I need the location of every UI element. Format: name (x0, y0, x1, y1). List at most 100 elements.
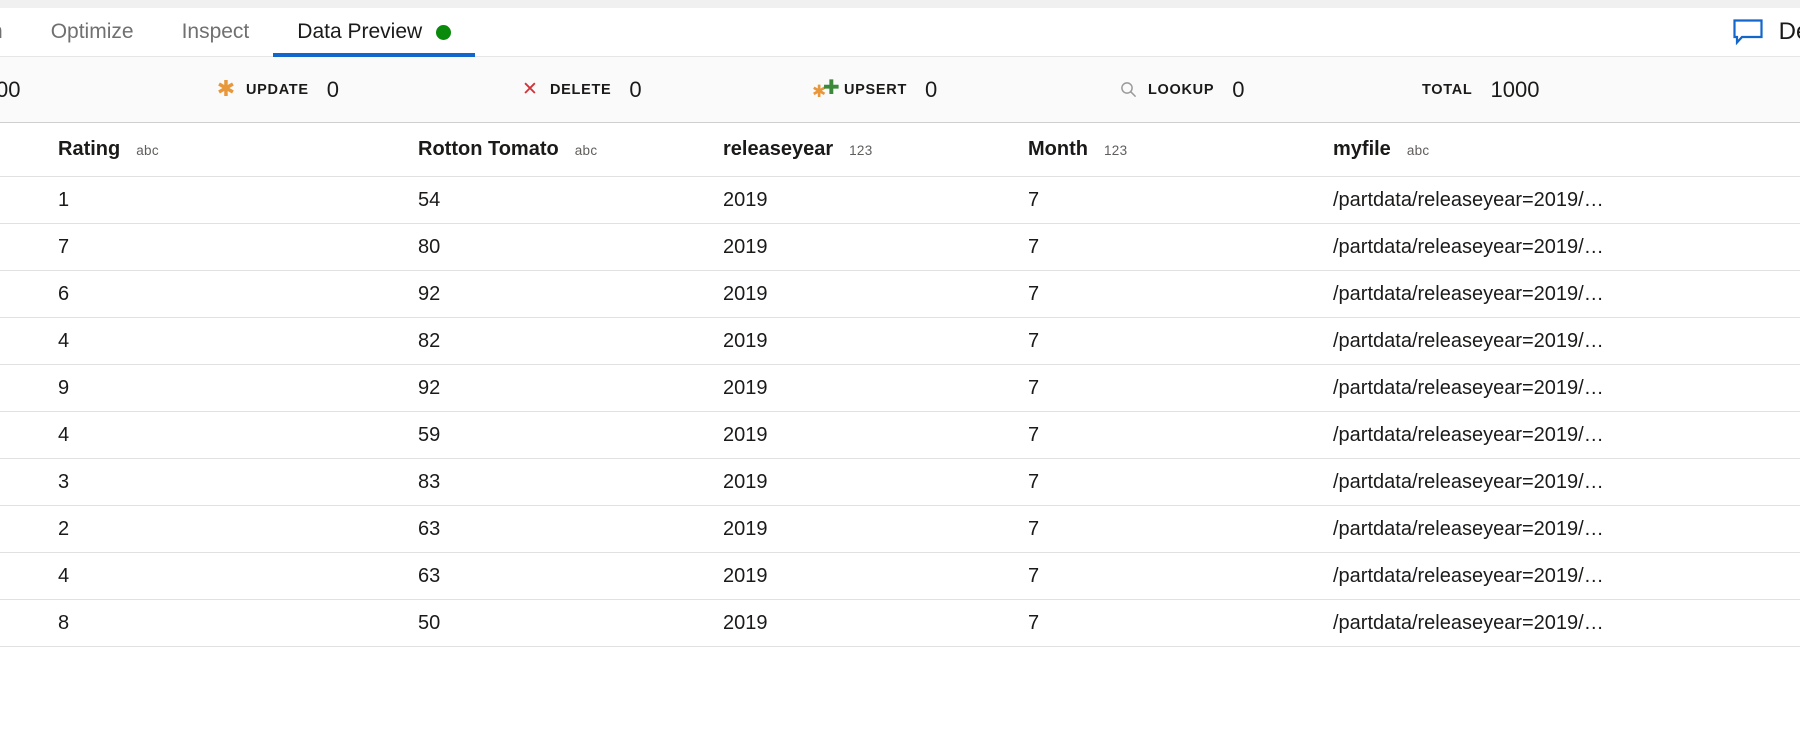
description-button[interactable]: Descrip (1733, 18, 1800, 46)
cell-month: 7 (1028, 564, 1040, 587)
column-header-myfile[interactable]: myfile abc (1275, 138, 1800, 161)
column-name: Rating (58, 138, 121, 160)
column-header-rotton-tomato[interactable]: Rotton Tomato abc (360, 138, 665, 161)
table-row[interactable]: 4 63 2019 7/partdata/releaseyear=2019/… (0, 553, 1800, 600)
column-type-tag: 123 (1103, 143, 1128, 158)
tab-data-preview[interactable]: Data Preview (273, 8, 476, 57)
cell-releaseyear: 2019 (723, 517, 768, 540)
cell-myfile: /partdata/releaseyear=2019/… (1333, 282, 1604, 305)
cell-myfile: /partdata/releaseyear=2019/… (1333, 329, 1604, 352)
column-header-releaseyear[interactable]: releaseyear 123 (665, 138, 970, 161)
stat-label: DELETE (550, 81, 612, 98)
cell-rating: 6 (58, 282, 70, 305)
cell-myfile: /partdata/releaseyear=2019/… (1333, 470, 1604, 493)
cell-rotton_tomato: 63 (418, 517, 441, 540)
cell-rotton_tomato: 80 (418, 235, 441, 258)
cell-myfile: /partdata/releaseyear=2019/… (1333, 423, 1604, 446)
data-preview-grid: Rating abc Rotton Tomato abc releaseyear… (0, 123, 1800, 647)
stat-delete[interactable]: ✕ DELETE 0 (520, 77, 642, 103)
tab-label: Inspect (181, 20, 250, 43)
tab-list: jection Optimize Inspect Data Preview (0, 8, 476, 57)
cell-month: 7 (1028, 235, 1040, 258)
description-label: Descrip (1778, 18, 1800, 45)
search-icon-glyph (1120, 82, 1136, 98)
cell-myfile: /partdata/releaseyear=2019/… (1333, 564, 1604, 587)
cell-month: 7 (1028, 470, 1040, 493)
table-row[interactable]: 1 54 2019 7/partdata/releaseyear=2019/… (0, 177, 1800, 224)
cell-releaseyear: 2019 (723, 470, 768, 493)
cell-rotton_tomato: 82 (418, 329, 441, 352)
tab-projection[interactable]: jection (0, 8, 27, 57)
cell-rating: 1 (58, 188, 70, 211)
table-row[interactable]: 4 59 2019 7/partdata/releaseyear=2019/… (0, 412, 1800, 459)
column-header-rating[interactable]: Rating abc (0, 138, 360, 161)
stat-value: 00 (0, 76, 21, 102)
cell-releaseyear: 2019 (723, 564, 768, 587)
cell-month: 7 (1028, 611, 1040, 634)
cell-rotton_tomato: 83 (418, 470, 441, 493)
upsert-icon: ✱ ✚ (812, 74, 840, 102)
table-row[interactable]: 9 92 2019 7/partdata/releaseyear=2019/… (0, 365, 1800, 412)
cell-releaseyear: 2019 (723, 611, 768, 634)
cell-month: 7 (1028, 376, 1040, 399)
table-row[interactable]: 4 82 2019 7/partdata/releaseyear=2019/… (0, 318, 1800, 365)
table-row[interactable]: 7 80 2019 7/partdata/releaseyear=2019/… (0, 224, 1800, 271)
cell-month: 7 (1028, 329, 1040, 352)
column-type-tag: 123 (849, 143, 873, 158)
stat-label: TOTAL (1422, 81, 1473, 98)
cell-rotton_tomato: 92 (418, 282, 441, 305)
cell-rotton_tomato: 50 (418, 611, 441, 634)
tab-label: Optimize (50, 20, 134, 43)
cell-rating: 2 (58, 517, 70, 540)
cell-rating: 7 (58, 235, 70, 258)
tab-label: jection (0, 20, 3, 44)
column-type-tag: abc (1406, 143, 1430, 158)
cell-myfile: /partdata/releaseyear=2019/… (1333, 376, 1604, 399)
search-icon (1118, 80, 1138, 100)
column-header-month[interactable]: Month 123 (970, 138, 1275, 161)
cell-month: 7 (1028, 282, 1040, 305)
stat-insert[interactable]: INSERT 00 (0, 77, 20, 103)
stat-label: UPDATE (246, 81, 309, 98)
column-name: Rotton Tomato (418, 138, 559, 160)
stat-update[interactable]: ✱ UPDATE 0 (216, 77, 339, 103)
cell-rating: 4 (58, 423, 70, 446)
cell-myfile: /partdata/releaseyear=2019/… (1333, 188, 1604, 211)
stat-label: UPSERT (844, 81, 908, 98)
stat-upsert[interactable]: ✱ ✚ UPSERT 0 (812, 74, 938, 103)
cell-rating: 8 (58, 611, 70, 634)
cell-rating: 9 (58, 376, 70, 399)
grid-body: 1 54 2019 7/partdata/releaseyear=2019/… 7 80 2… (0, 177, 1800, 647)
stat-value: 0 (925, 76, 938, 102)
cell-rotton_tomato: 54 (418, 188, 441, 211)
cell-releaseyear: 2019 (723, 235, 768, 258)
table-row[interactable]: 6 92 2019 7/partdata/releaseyear=2019/… (0, 271, 1800, 318)
column-type-tag: abc (136, 143, 159, 158)
stat-value: 0 (629, 76, 642, 102)
tab-label: Data Preview (297, 20, 423, 43)
cell-releaseyear: 2019 (723, 376, 768, 399)
stat-lookup[interactable]: LOOKUP 0 (1118, 77, 1244, 103)
stat-value: 0 (1232, 76, 1245, 102)
tab-optimize[interactable]: Optimize (27, 8, 158, 57)
cell-rating: 4 (58, 329, 70, 352)
tab-inspect[interactable]: Inspect (158, 8, 274, 57)
table-row[interactable]: 3 83 2019 7/partdata/releaseyear=2019/… (0, 459, 1800, 506)
cell-rotton_tomato: 63 (418, 564, 441, 587)
stat-value: 1000 (1490, 76, 1540, 102)
stat-label: LOOKUP (1148, 81, 1215, 98)
column-name: releaseyear (723, 138, 834, 160)
stat-value: 0 (326, 76, 339, 102)
table-row[interactable]: 8 50 2019 7/partdata/releaseyear=2019/… (0, 600, 1800, 647)
tab-bar: jection Optimize Inspect Data Preview De… (0, 8, 1800, 57)
grid-header-row: Rating abc Rotton Tomato abc releaseyear… (0, 123, 1800, 177)
tab-bar-actions: Descrip (1733, 8, 1800, 57)
stat-total: TOTAL 1000 (1422, 77, 1539, 103)
column-name: Month (1028, 138, 1088, 160)
cell-myfile: /partdata/releaseyear=2019/… (1333, 517, 1604, 540)
cell-rating: 3 (58, 470, 70, 493)
table-row[interactable]: 2 63 2019 7/partdata/releaseyear=2019/… (0, 506, 1800, 553)
cell-month: 7 (1028, 188, 1040, 211)
comment-icon (1733, 19, 1763, 45)
cell-releaseyear: 2019 (723, 423, 768, 446)
